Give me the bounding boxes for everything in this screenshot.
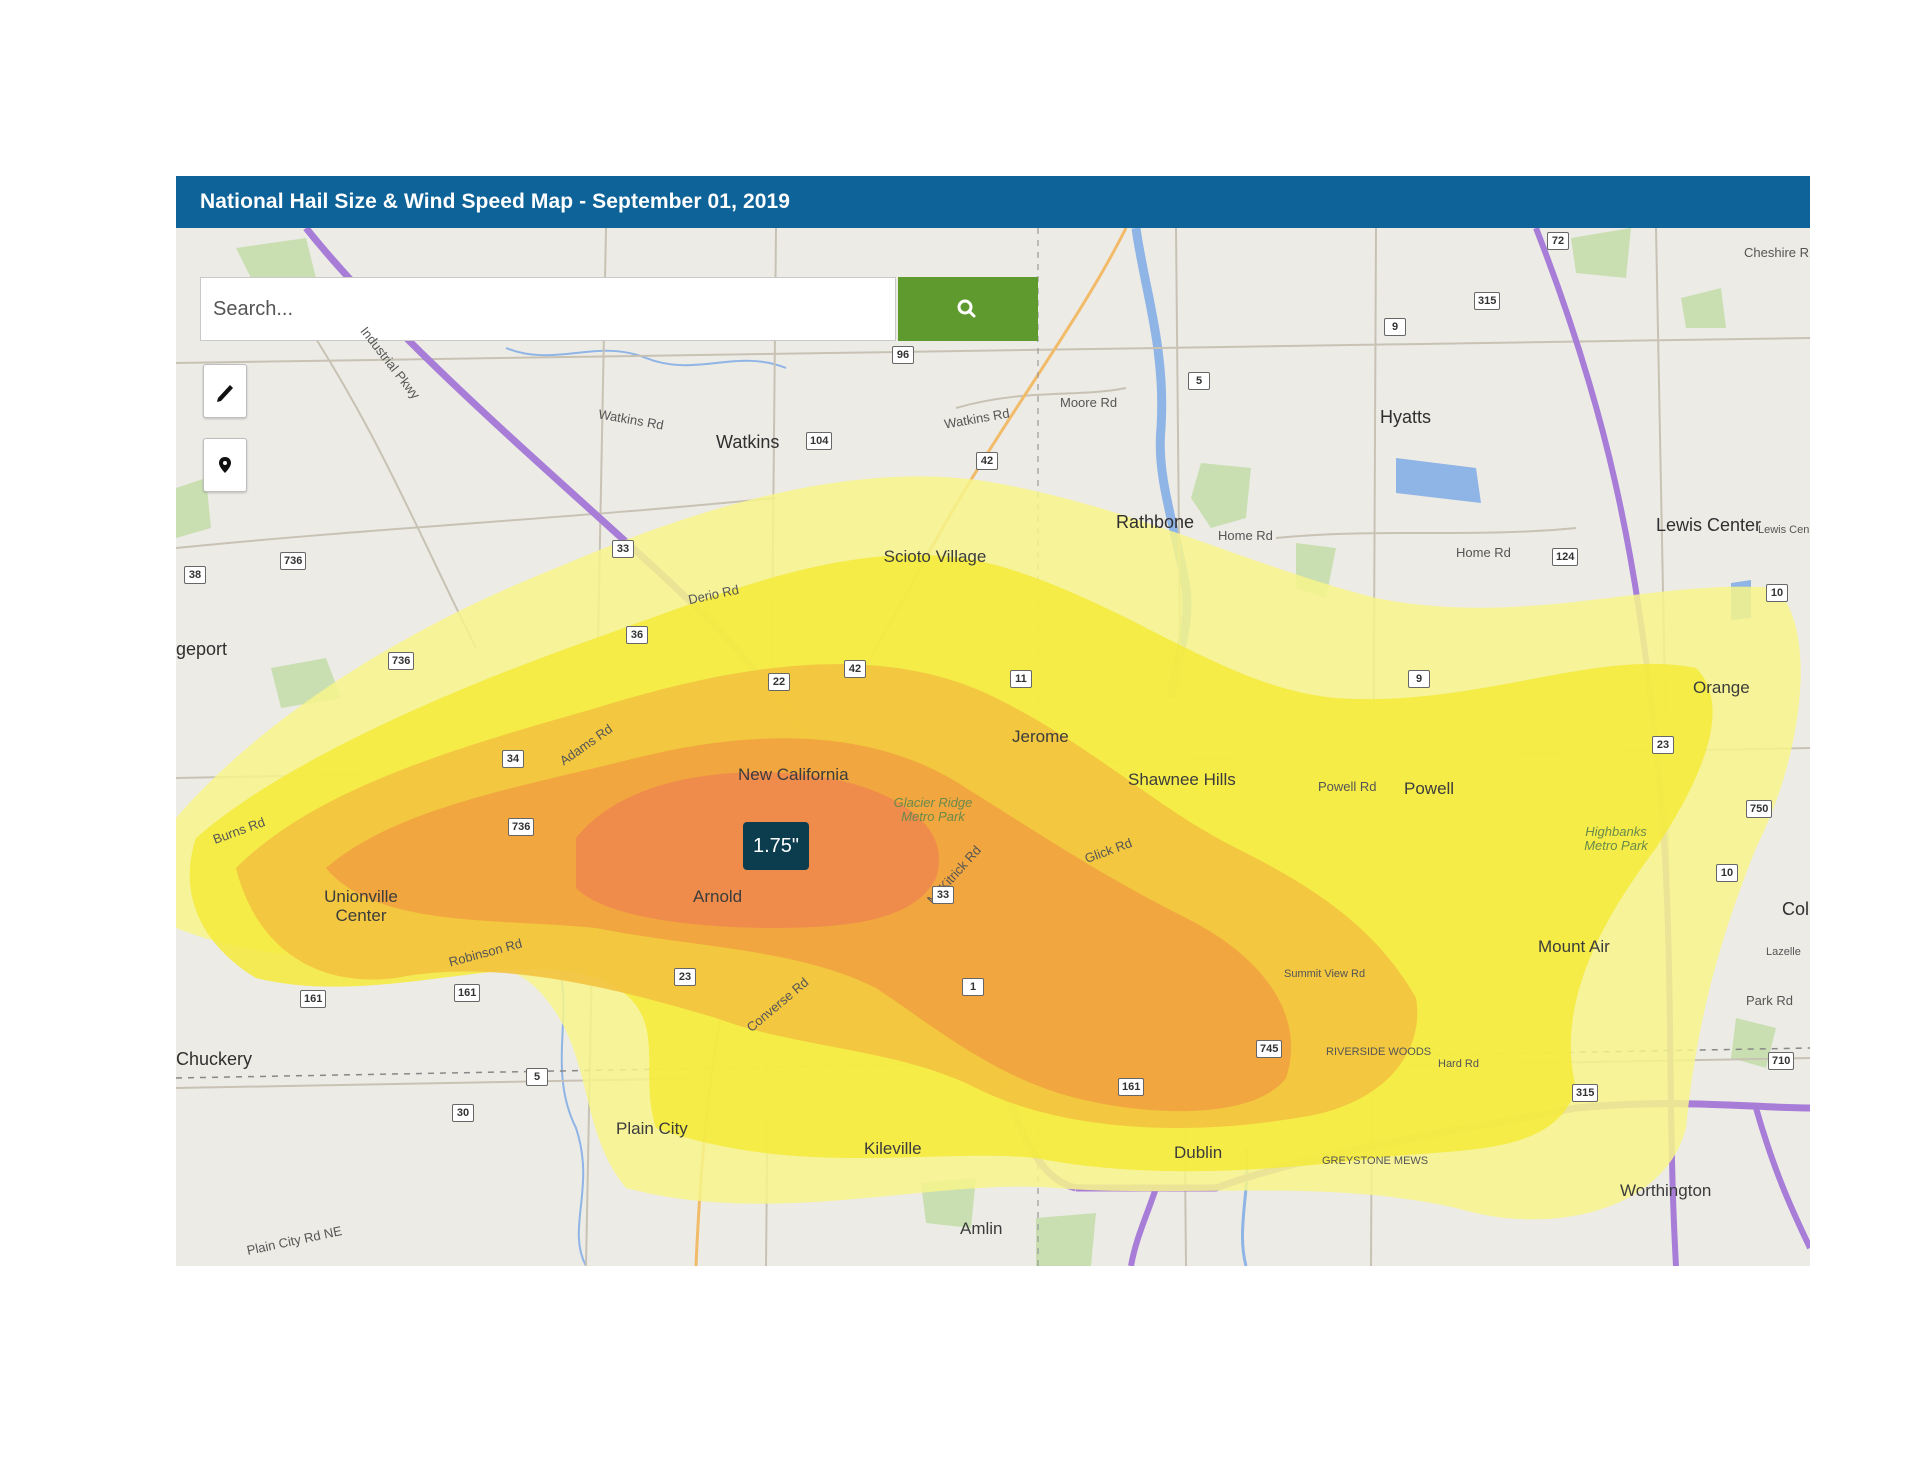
route-shield: 736 — [388, 652, 415, 670]
route-shield: 161 — [454, 984, 481, 1002]
route-shield: 5 — [1188, 372, 1210, 390]
route-shield: 36 — [626, 626, 648, 644]
search-icon — [957, 299, 976, 318]
draw-tool-button[interactable] — [203, 364, 247, 418]
road-label: Hard Rd — [1438, 1058, 1479, 1070]
route-shield: 33 — [612, 540, 634, 558]
route-shield: 10 — [1716, 864, 1738, 882]
road-label: Summit View Rd — [1284, 968, 1366, 980]
road-label: Moore Rd — [1060, 395, 1118, 410]
route-shield: 710 — [1768, 1052, 1795, 1070]
subdivision-label: RIVERSIDE WOODS — [1326, 1046, 1432, 1058]
park-label: Highbanks Metro Park — [1584, 824, 1648, 854]
route-shield: 124 — [1552, 548, 1579, 566]
marker-tool-button[interactable] — [203, 438, 247, 492]
route-shield: 750 — [1746, 800, 1773, 818]
pencil-icon — [217, 385, 233, 402]
route-shield: 23 — [674, 968, 696, 986]
route-shield: 22 — [768, 673, 790, 691]
map-header: National Hail Size & Wind Speed Map - Se… — [176, 176, 1810, 228]
road-label: Lazelle — [1766, 946, 1801, 958]
road-label: Powell Rd — [1318, 779, 1377, 794]
route-shield: 42 — [844, 660, 866, 678]
route-shield: 5 — [526, 1068, 548, 1086]
subdivision-label: GREYSTONE MEWS — [1322, 1155, 1429, 1167]
route-shield: 38 — [184, 566, 206, 584]
place-label: Colu — [1782, 899, 1810, 919]
map-pin-icon — [219, 457, 231, 473]
road-label: Home Rd — [1456, 545, 1511, 560]
place-label: Worthington — [1620, 1181, 1712, 1200]
search-input[interactable] — [201, 278, 895, 340]
place-label: Plain City — [616, 1119, 688, 1138]
park-label: Glacier Ridge Metro Park — [893, 795, 973, 825]
map-canvas[interactable]: 1.75" Watkins Hyatts Rathbone Lewis Cent… — [176, 228, 1810, 1266]
search-button[interactable] — [898, 277, 1038, 341]
road-label: Park Rd — [1746, 993, 1793, 1008]
hail-swaths — [176, 476, 1801, 1220]
route-shield: 745 — [1256, 1040, 1283, 1058]
place-label: Chuckery — [176, 1049, 253, 1069]
route-shield: 42 — [976, 452, 998, 470]
road-label: Lewis Cen — [1758, 524, 1810, 536]
route-shield: 104 — [806, 432, 833, 450]
map-basemap — [176, 228, 1810, 1266]
route-shield: 96 — [892, 346, 914, 364]
place-label: Amlin — [960, 1219, 1003, 1238]
route-shield: 30 — [452, 1104, 474, 1122]
place-label: Watkins — [716, 432, 780, 452]
route-shield: 315 — [1572, 1084, 1599, 1102]
route-shield: 11 — [1010, 670, 1032, 688]
route-shield: 9 — [1408, 670, 1430, 688]
place-label: Shawnee Hills — [1128, 770, 1236, 789]
route-shield: 315 — [1474, 292, 1501, 310]
place-label: Kileville — [864, 1139, 922, 1158]
place-label: New California — [738, 765, 849, 784]
place-label: Mount Air — [1538, 937, 1610, 956]
place-label: Lewis Center — [1656, 515, 1762, 535]
place-label: Arnold — [693, 887, 743, 906]
route-shield: 161 — [300, 990, 327, 1008]
search-box — [200, 277, 896, 341]
place-label: geport — [176, 639, 228, 659]
route-shield: 23 — [1652, 736, 1674, 754]
route-shield: 161 — [1118, 1078, 1145, 1096]
route-shield: 1 — [962, 978, 984, 996]
map-title: National Hail Size & Wind Speed Map - Se… — [200, 190, 791, 213]
route-shield: 10 — [1766, 584, 1788, 602]
map-panel: National Hail Size & Wind Speed Map - Se… — [176, 176, 1810, 1266]
road-label: Home Rd — [1218, 528, 1273, 543]
place-label: Hyatts — [1380, 407, 1432, 427]
place-label: Dublin — [1174, 1143, 1223, 1162]
route-shield: 9 — [1384, 318, 1406, 336]
place-label: Powell — [1404, 779, 1455, 798]
road-label: Cheshire R — [1744, 245, 1810, 260]
route-shield: 736 — [508, 818, 535, 836]
place-label: Scioto Village — [883, 547, 987, 566]
place-label: Jerome — [1012, 727, 1069, 746]
place-label: Rathbone — [1116, 512, 1195, 532]
hail-size-label[interactable]: 1.75" — [743, 822, 809, 870]
place-label: Unionville Center — [324, 887, 398, 925]
route-shield: 33 — [932, 886, 954, 904]
place-label: Orange — [1693, 678, 1750, 697]
route-shield: 736 — [280, 552, 307, 570]
route-shield: 72 — [1547, 232, 1569, 250]
route-shield: 34 — [502, 750, 524, 768]
